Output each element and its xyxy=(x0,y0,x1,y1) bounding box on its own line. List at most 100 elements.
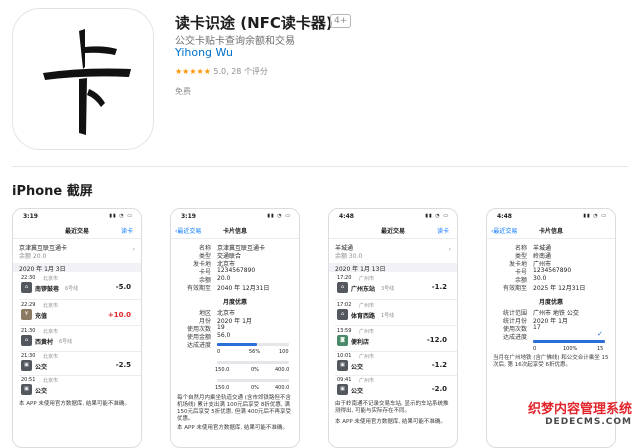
txn-time: 20:51 xyxy=(21,377,36,383)
screenshots-section-title: iPhone 截屏 xyxy=(12,184,93,199)
developer-link[interactable]: Yihong Wu xyxy=(175,46,233,59)
field-value: 20.0 xyxy=(217,275,231,282)
card-balance: 余额 30.0 xyxy=(335,253,363,260)
metro-icon: ⌂ xyxy=(337,282,348,293)
txn-city: 北京市 xyxy=(43,303,59,309)
txn-city: 北京市 xyxy=(43,329,59,335)
footnote-disclaimer: 本 APP 未使用官方数据库, 结果可能不准确。 xyxy=(177,425,288,431)
bar-label-max: 400.0 xyxy=(275,385,290,391)
bar-label-max: 15 xyxy=(597,346,604,352)
nav-title: 卡片信息 xyxy=(222,228,247,235)
txn-place: 公交 xyxy=(351,388,364,395)
rating-row: ★★★★★ 5.0, 28 个评分 xyxy=(175,66,268,77)
bus-icon: ▣ xyxy=(21,360,32,371)
status-time: 3:19 xyxy=(181,213,196,220)
txn-line: 6号线 xyxy=(65,286,79,292)
bus-icon: ▣ xyxy=(21,384,32,395)
txn-city: 广州市 xyxy=(359,276,375,282)
bar-label-max: 400.0 xyxy=(275,367,290,373)
watermark: 织梦内容管理系统 DEDECMS.COM xyxy=(528,398,632,427)
metro-icon: ⌂ xyxy=(337,309,348,320)
txn-line: 1号线 xyxy=(381,313,395,319)
txn-place: 南锣鼓巷 xyxy=(35,286,60,293)
nav-title: 卡片信息 xyxy=(538,228,563,235)
bar-label-min: 0 xyxy=(533,346,537,352)
progress-fill xyxy=(533,340,605,343)
divider xyxy=(12,166,628,167)
field-value: 17 xyxy=(533,324,541,331)
txn-time: 21:30 xyxy=(21,353,36,359)
app-icon xyxy=(12,8,154,150)
field-label: 有效期至 xyxy=(502,285,527,292)
date-header: 2020 年 1月 3日 xyxy=(13,263,141,273)
txn-place: 公交 xyxy=(35,364,48,371)
status-time: 4:48 xyxy=(497,213,512,220)
status-bar: 3:19 ▮▮ ◔ ▭ xyxy=(171,209,299,223)
screenshot-2[interactable]: 3:19 ▮▮ ◔ ▭ ‹最近交易 卡片信息 名称 京津冀互联互通卡 类型 交通… xyxy=(170,208,300,448)
txn-place: 公交 xyxy=(351,364,364,371)
field-label: 达成进度 xyxy=(186,342,211,349)
progress-bar-1 xyxy=(533,340,605,343)
nav-bar: 最近交易 读卡 xyxy=(329,224,457,239)
row-divider xyxy=(335,351,457,352)
screenshot-3[interactable]: 4:48 ▮▮ ◔ ▭ 最近交易 读卡 羊城通 余额 30.0 › 2020 年… xyxy=(328,208,458,448)
txn-city: 北京市 xyxy=(43,354,59,360)
read-card-button[interactable]: 读卡 xyxy=(437,226,449,235)
field-label: 有效期至 xyxy=(186,285,211,292)
signal-battery-icon: ▮▮ ◔ ▭ xyxy=(583,213,607,219)
footnote: 当月在广州地铁 (含广佛线) 和公交合计乘坐 15 次后, 第 16次起享受 6… xyxy=(493,355,609,368)
status-time: 3:19 xyxy=(23,213,38,220)
nav-bar: ‹最近交易 卡片信息 xyxy=(487,224,615,239)
card-glyph-icon xyxy=(43,29,131,135)
txn-place: 充值 xyxy=(35,313,48,320)
txn-time: 13:59 xyxy=(337,328,352,334)
txn-line: 6号线 xyxy=(59,339,73,345)
watermark-title: 织梦内容管理系统 xyxy=(527,402,632,417)
signal-battery-icon: ▮▮ ◔ ▭ xyxy=(267,213,291,219)
footnote-disclaimer: 本 APP 未使用官方数据库, 结果可能不准确。 xyxy=(335,419,446,425)
row-divider xyxy=(335,325,457,326)
rating-stars-icon: ★★★★★ xyxy=(175,67,211,76)
txn-city: 北京市 xyxy=(43,276,59,282)
date-header-text: 2020 年 1月 3日 xyxy=(19,266,66,273)
price-label: 免费 xyxy=(175,87,191,96)
chevron-right-icon: › xyxy=(132,246,135,253)
txn-city: 广州市 xyxy=(359,354,375,360)
row-divider xyxy=(19,325,141,326)
field-value: 1234567890 xyxy=(217,267,256,274)
progress-bar-3 xyxy=(217,379,289,382)
bar-label-min: 150.0 xyxy=(215,367,230,373)
signal-battery-icon: ▮▮ ◔ ▭ xyxy=(109,213,133,219)
txn-time: 10:01 xyxy=(337,353,352,359)
txn-amount: -2.5 xyxy=(115,361,131,369)
screenshot-1[interactable]: 3:19 ▮▮ ◔ ▭ 最近交易 读卡 京津冀互联互通卡 余额 20.0 › 2… xyxy=(12,208,142,448)
field-value: 30.0 xyxy=(533,275,547,282)
nav-bar: 最近交易 读卡 xyxy=(13,224,141,239)
row-divider xyxy=(335,375,457,376)
txn-place: 体育西路 xyxy=(351,313,376,320)
txn-place: 便利店 xyxy=(351,339,370,346)
txn-city: 北京市 xyxy=(43,378,59,384)
field-value: 2025 年 12月31日 xyxy=(533,285,586,292)
date-header: 2020 年 1月 13日 xyxy=(329,263,457,273)
txn-amount: -5.0 xyxy=(115,283,131,291)
read-card-button[interactable]: 读卡 xyxy=(121,226,133,235)
rating-text: 5.0, 28 个评分 xyxy=(213,67,268,76)
txn-time: 17:02 xyxy=(337,302,352,308)
age-rating-badge: 4+ xyxy=(330,14,352,28)
topup-icon: ¥ xyxy=(21,309,32,320)
status-bar: 4:48 ▮▮ ◔ ▭ xyxy=(487,209,615,223)
metro-icon: ⌂ xyxy=(21,335,32,346)
progress-fill xyxy=(217,343,258,346)
monthly-header: 月度优惠 xyxy=(222,299,247,306)
bar-label-max: 100 xyxy=(279,349,289,355)
txn-line: 3号线 xyxy=(381,286,395,292)
txn-place: 公交 xyxy=(35,388,48,395)
footnote: 由于岭南通不记录交易车站, 显示的车站系统推测得出, 可能与实际存在不同。 xyxy=(335,401,449,414)
date-header-text: 2020 年 1月 13日 xyxy=(335,266,386,273)
card-balance: 余额 20.0 xyxy=(19,253,47,260)
txn-time: 22:30 xyxy=(21,275,36,281)
checkmark-icon: ✓ xyxy=(597,330,603,338)
bus-icon: ▣ xyxy=(337,360,348,371)
nav-bar: ‹最近交易 卡片信息 xyxy=(171,224,299,239)
